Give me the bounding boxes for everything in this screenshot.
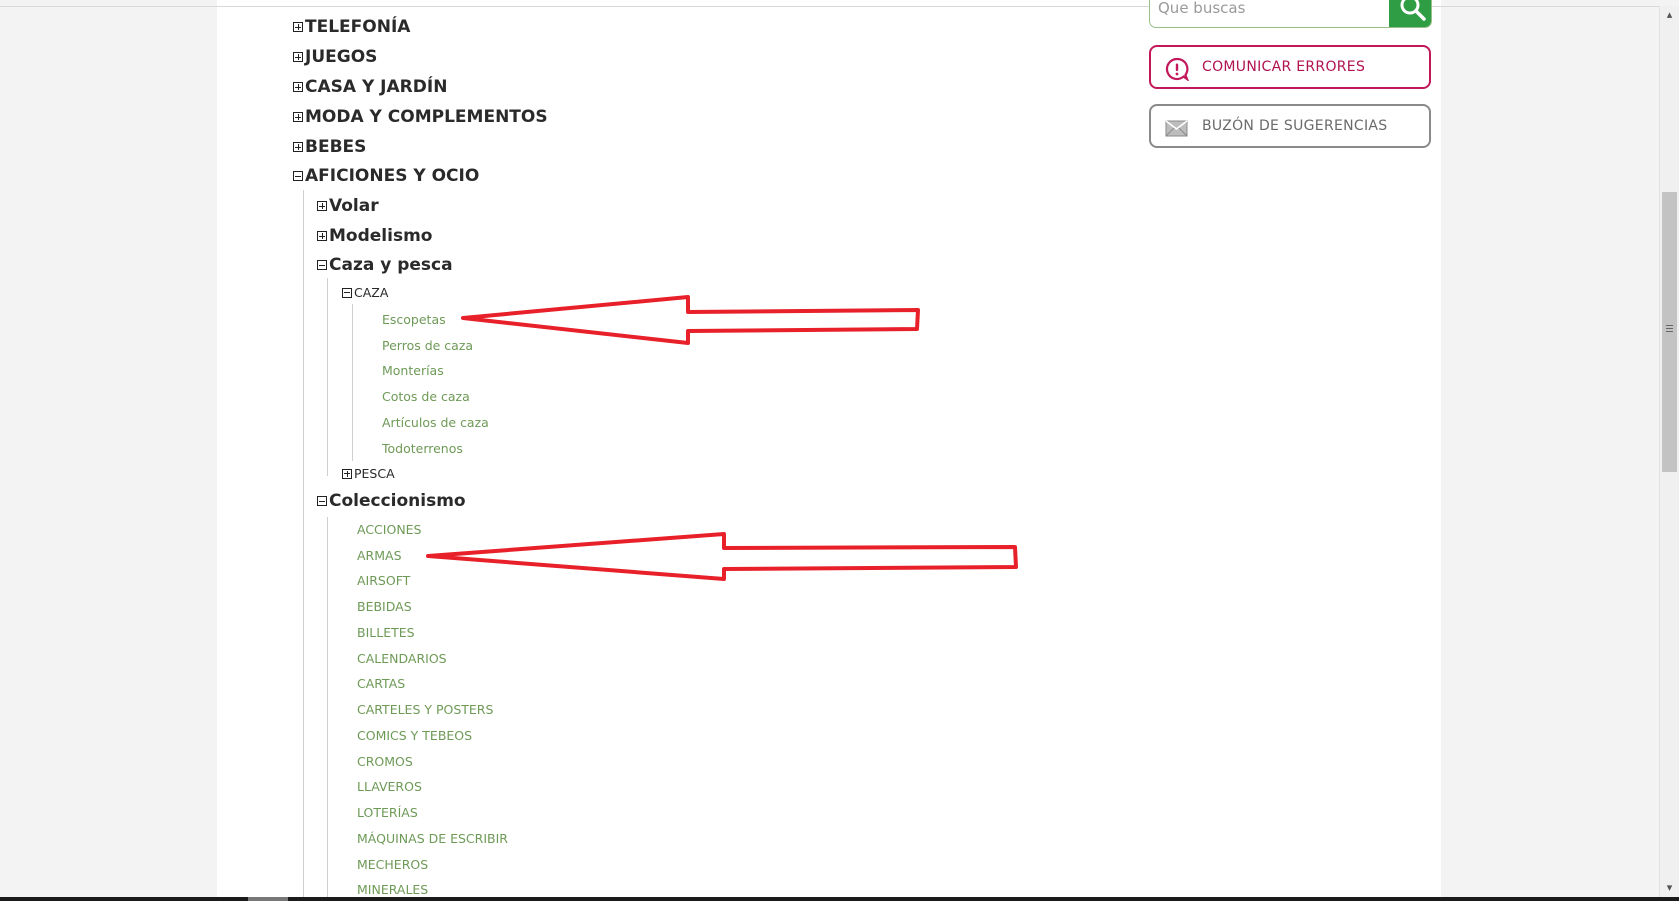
- tree-item-label: Volar: [329, 196, 379, 216]
- tree-item-label: CASA Y JARDÍN: [305, 77, 448, 97]
- tree-item-caza[interactable]: CAZA: [342, 285, 388, 300]
- tree-leaf-monterias[interactable]: Monterías: [382, 363, 444, 378]
- tree-leaf-mecheros[interactable]: MECHEROS: [357, 857, 428, 872]
- scroll-up-arrow-icon[interactable]: ▴: [1660, 6, 1679, 24]
- tree-leaf-acciones[interactable]: ACCIONES: [357, 522, 422, 537]
- tree-item-label: PESCA: [354, 466, 395, 481]
- collapse-minus-icon[interactable]: [293, 171, 303, 181]
- tree-item-label: BEBES: [305, 137, 367, 157]
- expand-plus-icon[interactable]: [293, 142, 303, 152]
- tree-leaf-maquinas-de-escribir[interactable]: MÁQUINAS DE ESCRIBIR: [357, 831, 508, 846]
- tree-item-volar[interactable]: Volar: [317, 196, 379, 216]
- tree-item-label: JUEGOS: [305, 47, 378, 67]
- tree-item-moda-y-complementos[interactable]: MODA Y COMPLEMENTOS: [293, 107, 548, 127]
- tree-item-label: TELEFONÍA: [305, 17, 411, 37]
- tree-item-telefonia[interactable]: TELEFONÍA: [293, 17, 410, 37]
- bottom-edge: [0, 897, 1679, 901]
- tree-leaf-cromos[interactable]: CROMOS: [357, 754, 413, 769]
- collapse-minus-icon[interactable]: [317, 496, 327, 506]
- tree-leaf-perros-de-caza[interactable]: Perros de caza: [382, 338, 473, 353]
- collapse-minus-icon[interactable]: [317, 260, 327, 270]
- tree-leaf-loterias[interactable]: LOTERÍAS: [357, 805, 418, 820]
- tree-item-bebes[interactable]: BEBES: [293, 137, 366, 157]
- tree-item-label: CAZA: [354, 285, 389, 300]
- tree-guide-coleccionismo: [327, 517, 328, 901]
- tree-leaf-bebidas[interactable]: BEBIDAS: [357, 599, 412, 614]
- tree-item-modelismo[interactable]: Modelismo: [317, 226, 432, 246]
- tree-leaf-airsoft[interactable]: AIRSOFT: [357, 573, 410, 588]
- tree-leaf-llaveros[interactable]: LLAVEROS: [357, 779, 422, 794]
- tree-guide-caza: [352, 304, 353, 461]
- tree-leaf-comics-y-tebeos[interactable]: COMICS Y TEBEOS: [357, 728, 472, 743]
- tree-item-pesca[interactable]: PESCA: [342, 466, 395, 481]
- tree-item-label: Caza y pesca: [329, 255, 453, 275]
- suggestions-button[interactable]: BUZÓN DE SUGERENCIAS: [1149, 104, 1431, 148]
- tree-item-label: MODA Y COMPLEMENTOS: [305, 107, 548, 127]
- tree-leaf-cartas[interactable]: CARTAS: [357, 676, 405, 691]
- tree-item-label: Modelismo: [329, 226, 433, 246]
- tree-leaf-escopetas[interactable]: Escopetas: [382, 312, 446, 327]
- report-errors-label: COMUNICAR ERRORES: [1202, 59, 1366, 75]
- suggestions-label: BUZÓN DE SUGERENCIAS: [1202, 118, 1388, 134]
- scrollbar-thumb[interactable]: [1662, 192, 1677, 472]
- tree-leaf-articulos-de-caza[interactable]: Artículos de caza: [382, 415, 489, 430]
- report-errors-button[interactable]: COMUNICAR ERRORES: [1149, 45, 1431, 89]
- alert-bubble-icon: [1165, 57, 1189, 81]
- scroll-down-arrow-icon[interactable]: ▾: [1660, 879, 1679, 897]
- search-box: [1149, 0, 1432, 28]
- expand-plus-icon[interactable]: [342, 468, 352, 479]
- tree-leaf-carteles-y-posters[interactable]: CARTELES Y POSTERS: [357, 702, 493, 717]
- search-icon: [1400, 0, 1426, 21]
- expand-plus-icon[interactable]: [317, 201, 327, 211]
- expand-plus-icon[interactable]: [293, 112, 303, 122]
- grip-icon: [1666, 325, 1673, 326]
- collapse-minus-icon[interactable]: [342, 287, 352, 298]
- tree-leaf-cotos-de-caza[interactable]: Cotos de caza: [382, 389, 470, 404]
- tree-guide-aficiones: [303, 190, 304, 901]
- tree-leaf-minerales[interactable]: MINERALES: [357, 882, 428, 897]
- tree-leaf-todoterrenos[interactable]: Todoterrenos: [382, 441, 463, 456]
- tree-item-label: Coleccionismo: [329, 491, 466, 511]
- vertical-scrollbar[interactable]: ▴ ▾: [1659, 6, 1679, 897]
- tree-guide-caza-pesca: [327, 278, 328, 476]
- expand-plus-icon[interactable]: [293, 82, 303, 92]
- tree-leaf-billetes[interactable]: BILLETES: [357, 625, 415, 640]
- tree-item-caza-y-pesca[interactable]: Caza y pesca: [317, 255, 453, 275]
- tree-leaf-armas[interactable]: ARMAS: [357, 548, 402, 563]
- expand-plus-icon[interactable]: [317, 231, 327, 241]
- tree-item-juegos[interactable]: JUEGOS: [293, 47, 377, 67]
- tree-leaf-calendarios[interactable]: CALENDARIOS: [357, 651, 447, 666]
- search-button[interactable]: [1389, 0, 1431, 27]
- tree-item-casa-y-jardin[interactable]: CASA Y JARDÍN: [293, 77, 447, 97]
- tree-item-aficiones-y-ocio[interactable]: AFICIONES Y OCIO: [293, 166, 479, 186]
- search-input[interactable]: [1156, 0, 1380, 19]
- tree-item-label: AFICIONES Y OCIO: [305, 166, 480, 186]
- envelope-icon: [1165, 120, 1188, 137]
- tree-item-coleccionismo[interactable]: Coleccionismo: [317, 491, 466, 511]
- expand-plus-icon[interactable]: [293, 52, 303, 62]
- expand-plus-icon[interactable]: [293, 22, 303, 32]
